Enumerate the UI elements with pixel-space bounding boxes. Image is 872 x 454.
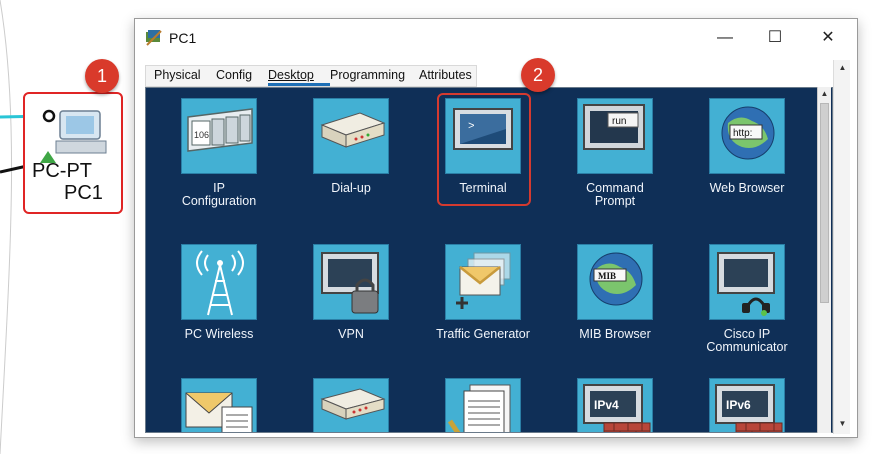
modem-icon[interactable] [313,98,389,174]
pc1-window: PC1 — ☐ ✕ Physical Config Desktop Progra… [134,18,858,438]
pc-device-icon[interactable] [40,105,114,165]
device-type-label: PC-PT [32,160,92,182]
app-mib-browser[interactable]: MIB MIB Browser [550,244,680,341]
tab-config[interactable]: Config [216,68,252,82]
app-cisco-ip-communicator[interactable]: Cisco IP Communicator [682,244,812,354]
ip-tile-text: 106 [194,130,209,140]
app-network-device[interactable] [286,378,416,432]
close-button[interactable]: ✕ [815,25,841,51]
active-tab-indicator [268,83,330,86]
wireless-antenna-icon[interactable] [181,244,257,320]
maximize-button[interactable]: ☐ [762,25,788,51]
desktop-panel: 106 IP Configuration Dial-up > Terminal … [145,87,833,433]
app-ipv4-firewall[interactable]: IPv4 [550,378,680,432]
tab-attributes[interactable]: Attributes [419,68,472,82]
app-dial-up[interactable]: Dial-up [286,98,416,195]
annotation-badge-1: 1 [85,59,119,93]
app-label: Command Prompt [586,181,644,208]
app-label: IP Configuration [181,181,257,208]
tab-desktop[interactable]: Desktop [268,68,314,82]
window-scroll-up-icon[interactable]: ▲ [837,62,848,74]
app-vpn[interactable]: VPN [286,244,416,341]
app-email[interactable] [154,378,284,432]
minimize-button[interactable]: — [712,25,738,51]
run-tile-text: run [612,116,626,127]
desktop-scrollbar[interactable]: ▲ [817,87,831,433]
app-text-editor[interactable] [418,378,548,432]
ip-communicator-icon[interactable] [709,244,785,320]
window-title: PC1 [169,30,197,46]
device-name-label: PC1 [64,182,103,204]
window-scroll-down-icon[interactable]: ▼ [837,418,848,430]
window-scrollbar[interactable]: ▲ ▼ [833,60,850,434]
app-label: Web Browser [709,181,785,195]
web-browser-icon[interactable]: http: [709,98,785,174]
app-label: Cisco IP Communicator [706,327,788,354]
ipv4-tile-text: IPv4 [594,398,619,412]
scroll-up-arrow-icon[interactable]: ▲ [819,88,830,100]
ipv4-firewall-icon[interactable]: IPv4 [577,378,653,432]
app-pc-wireless[interactable]: PC Wireless [154,244,284,341]
annotation-badge-2: 2 [521,58,555,92]
tab-programming[interactable]: Programming [330,68,405,82]
packet-tracer-app-icon [146,30,162,46]
command-prompt-icon[interactable]: run [577,98,653,174]
mib-tile-text: MIB [598,271,616,281]
text-editor-icon[interactable] [445,378,521,432]
app-traffic-generator[interactable]: Traffic Generator [418,244,548,341]
topology-workspace: PC-PT PC1 [0,0,150,454]
app-label: VPN [338,327,364,341]
ipv6-tile-text: IPv6 [726,398,751,412]
scrollbar-thumb[interactable] [820,103,829,303]
ipv6-firewall-icon[interactable]: IPv6 [709,378,785,432]
window-titlebar[interactable]: PC1 — ☐ ✕ [135,19,857,57]
app-command-prompt[interactable]: run Command Prompt [550,98,680,208]
app-ipv6-firewall[interactable]: IPv6 [682,378,812,432]
tab-bar: Physical Config Desktop Programming Attr… [145,65,477,87]
email-icon[interactable] [181,378,257,432]
app-label: MIB Browser [579,327,651,341]
vpn-lock-icon[interactable] [313,244,389,320]
app-label: Traffic Generator [436,327,530,341]
app-web-browser[interactable]: http: Web Browser [682,98,812,195]
terminal-highlight-box [437,93,531,206]
network-device-icon[interactable] [313,378,389,432]
screenshot-stage: PC-PT PC1 1 PC1 — ☐ ✕ Physical Config De… [0,0,872,454]
app-label: Dial-up [331,181,371,195]
traffic-generator-icon[interactable] [445,244,521,320]
mib-browser-icon[interactable]: MIB [577,244,653,320]
ip-configuration-icon[interactable]: 106 [181,98,257,174]
app-ip-configuration[interactable]: 106 IP Configuration [154,98,284,208]
topology-links [0,0,49,454]
http-tile-text: http: [733,128,752,139]
app-label: PC Wireless [184,327,254,341]
tab-physical[interactable]: Physical [154,68,201,82]
